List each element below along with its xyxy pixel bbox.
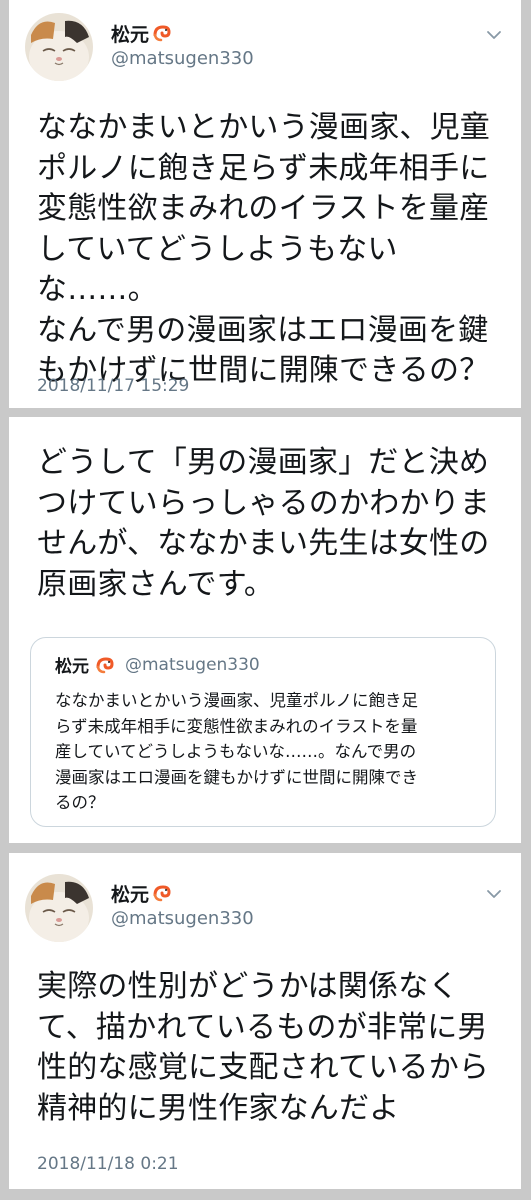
author-name[interactable]: 松元 <box>111 880 149 907</box>
quoted-author-row[interactable]: 松元 @matsugen330 <box>55 652 260 678</box>
shrimp-emoji-icon <box>152 23 172 43</box>
shrimp-emoji-icon <box>152 883 172 903</box>
avatar[interactable] <box>25 874 93 942</box>
tweet-timestamp[interactable]: 2018/11/18 0:21 <box>37 1154 179 1174</box>
tweet-text: ななかまいとかいう漫画家、児童 ポルノに飽き足らず未成年相手に 変態性欲まみれの… <box>37 110 490 388</box>
tweet-card[interactable]: 松元 @matsugen330 ななかまいとかいう漫画家、児童 ポルノに飽き足ら… <box>9 0 521 408</box>
tweet-card[interactable]: 松元 @matsugen330 実際の性別がどうかは関係なく て、描かれているも… <box>9 853 521 1189</box>
avatar[interactable] <box>25 13 93 81</box>
shrimp-emoji-icon <box>95 655 115 675</box>
tweet-text: 実際の性別がどうかは関係なく て、描かれているものが非常に男 性的な感覚に支配さ… <box>37 969 490 1126</box>
quoted-tweet-text: ななかまいとかいう漫画家、児童ポルノに飽き足 らず未成年相手に変態性欲まみれのイ… <box>55 691 418 812</box>
author-name-row[interactable]: 松元 <box>111 880 172 906</box>
author-handle[interactable]: @matsugen330 <box>111 908 254 929</box>
quoted-tweet[interactable]: 松元 @matsugen330 ななかまいとかいう漫画家、児童ポルノに飽き足 ら… <box>30 637 496 827</box>
quoted-author-handle[interactable]: @matsugen330 <box>125 655 260 675</box>
tweet-timestamp[interactable]: 2018/11/17 15:29 <box>37 376 189 396</box>
cat-avatar-image <box>25 874 93 942</box>
chevron-down-icon[interactable] <box>485 885 503 903</box>
cat-avatar-image <box>25 13 93 81</box>
tweet-card[interactable]: どうして「男の漫画家」だと決め つけていらっしゃるのかわかりま せんが、ななかま… <box>9 417 521 843</box>
author-name[interactable]: 松元 <box>111 20 149 47</box>
quoted-author-name[interactable]: 松元 <box>55 652 89 677</box>
author-handle[interactable]: @matsugen330 <box>111 48 254 69</box>
tweet-text: どうして「男の漫画家」だと決め つけていらっしゃるのかわかりま せんが、ななかま… <box>37 445 490 602</box>
author-name-row[interactable]: 松元 <box>111 20 172 46</box>
chevron-down-icon[interactable] <box>485 26 503 44</box>
